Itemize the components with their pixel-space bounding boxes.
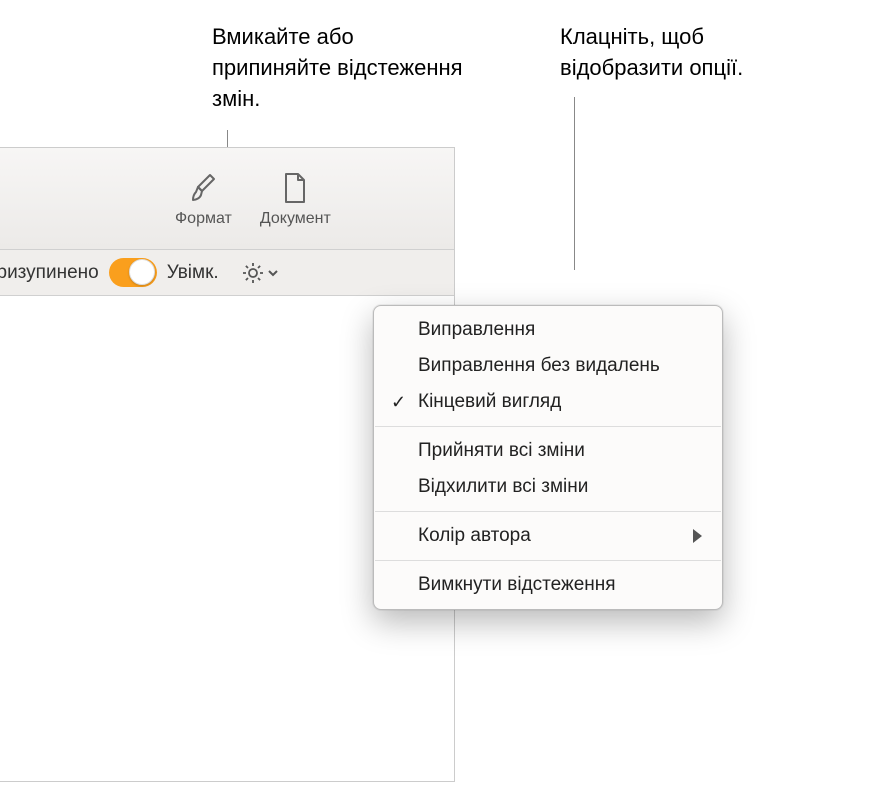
- tracking-toggle[interactable]: [109, 258, 157, 287]
- menu-item-corrections-no-deletions[interactable]: Виправлення без видалень: [374, 348, 722, 384]
- tracking-status-bar: я: Призупинено Увімк.: [0, 250, 454, 296]
- document-button[interactable]: Документ: [260, 170, 331, 228]
- menu-item-label: Прийняти всі зміни: [418, 440, 585, 462]
- callout-line-right: [574, 97, 575, 270]
- menu-item-label: Відхилити всі зміни: [418, 476, 588, 498]
- menu-divider: [375, 511, 721, 512]
- menu-item-reject-all[interactable]: Відхилити всі зміни: [374, 469, 722, 505]
- paintbrush-icon: [185, 170, 221, 206]
- window-bottom-border: [0, 781, 455, 782]
- menu-item-final-view[interactable]: Кінцевий вигляд: [374, 384, 722, 420]
- menu-item-label: Вимкнути відстеження: [418, 574, 616, 596]
- menu-item-accept-all[interactable]: Прийняти всі зміни: [374, 433, 722, 469]
- menu-item-label: Кінцевий вигляд: [418, 391, 561, 413]
- annotation-toggle: Вмикайте або припиняйте відстеження змін…: [212, 22, 472, 114]
- toggle-knob: [129, 259, 155, 285]
- menu-divider: [375, 426, 721, 427]
- menu-divider: [375, 560, 721, 561]
- format-button[interactable]: Формат: [175, 170, 232, 228]
- annotation-gear: Клацніть, щоб відобразити опції.: [560, 22, 820, 84]
- gear-icon: [241, 261, 265, 285]
- document-label: Документ: [260, 210, 331, 228]
- tracking-options-menu: Виправлення Виправлення без видалень Кін…: [373, 305, 723, 610]
- tracking-options-button[interactable]: [235, 258, 285, 288]
- chevron-down-icon: [267, 267, 279, 279]
- tracking-status-text: я: Призупинено: [0, 262, 99, 284]
- menu-item-label: Виправлення: [418, 319, 535, 341]
- menu-item-disable-tracking[interactable]: Вимкнути відстеження: [374, 567, 722, 603]
- menu-item-label: Колір автора: [418, 525, 531, 547]
- chevron-right-icon: [693, 529, 702, 543]
- menu-item-corrections[interactable]: Виправлення: [374, 312, 722, 348]
- document-icon: [277, 170, 313, 206]
- format-label: Формат: [175, 210, 232, 228]
- tracking-on-label: Увімк.: [167, 262, 219, 284]
- menu-item-label: Виправлення без видалень: [418, 355, 660, 377]
- menu-item-author-color[interactable]: Колір автора: [374, 518, 722, 554]
- toolbar: Формат Документ: [0, 148, 454, 250]
